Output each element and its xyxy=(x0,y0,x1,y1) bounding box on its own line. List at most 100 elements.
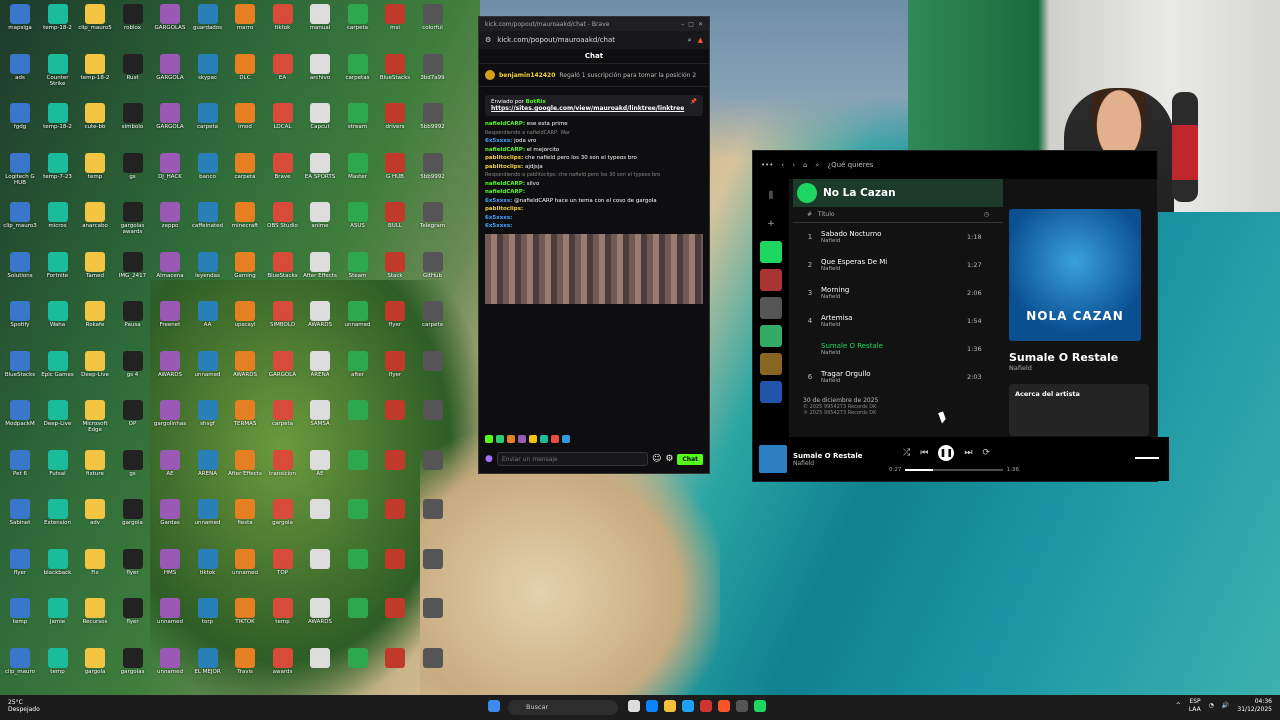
task-view-icon[interactable] xyxy=(628,700,640,712)
desktop-icon[interactable]: Master xyxy=(340,152,376,180)
desktop-icon[interactable] xyxy=(302,499,338,520)
desktop-icon[interactable]: clip_mauro3 xyxy=(2,202,38,229)
desktop-icon[interactable] xyxy=(377,548,413,570)
desktop-icon[interactable]: GARGOLAS xyxy=(152,4,188,31)
desktop-icon[interactable]: shsgf xyxy=(190,400,226,427)
desktop-icon[interactable]: carpetas xyxy=(340,53,376,81)
home-icon[interactable]: ⌂ xyxy=(803,161,807,169)
track-row[interactable]: 4 Artemisa Nafield 1:54 xyxy=(793,307,1003,335)
desktop-icon[interactable]: HMS xyxy=(152,548,188,576)
desktop-icon[interactable]: gargola xyxy=(265,499,301,526)
desktop-icon[interactable] xyxy=(377,499,413,520)
player-track-artist[interactable]: Nafield xyxy=(793,460,863,467)
emote-icon[interactable] xyxy=(562,435,570,443)
desktop-icon[interactable]: micros xyxy=(40,202,76,229)
desktop-icon[interactable]: flyer xyxy=(377,301,413,328)
desktop-icon[interactable]: Microsoft Edge xyxy=(77,400,113,433)
desktop-icon[interactable]: stream xyxy=(340,103,376,130)
desktop-icon[interactable]: carpeta xyxy=(265,400,301,427)
chat-username[interactable]: nafieldCARP: xyxy=(485,181,525,187)
chat-username[interactable]: nafieldCARP: xyxy=(485,121,525,127)
desktop-icon[interactable]: Rokafe xyxy=(77,301,113,328)
file-explorer-icon[interactable] xyxy=(664,700,676,712)
emote-icon[interactable] xyxy=(518,435,526,443)
desktop-icon[interactable] xyxy=(340,449,376,471)
desktop-icon[interactable] xyxy=(377,647,413,669)
desktop-icon[interactable]: temp xyxy=(77,152,113,180)
desktop-icon[interactable]: Gaming xyxy=(227,251,263,279)
desktop-icon[interactable]: EA xyxy=(265,53,301,81)
desktop-icon[interactable]: OBS Studio xyxy=(265,202,301,229)
desktop-icon[interactable]: AWARDS xyxy=(152,350,188,378)
spotify-search-input[interactable]: ¿Qué quieres xyxy=(827,161,873,169)
desktop-icon[interactable]: msi xyxy=(377,4,413,31)
progress-bar[interactable] xyxy=(905,469,1003,471)
desktop-icon[interactable]: temp xyxy=(2,598,38,625)
desktop-icon[interactable]: zeppo xyxy=(152,202,188,229)
chat-username[interactable]: nafieldCARP: xyxy=(485,189,525,195)
desktop-icon[interactable]: carpeta xyxy=(227,152,263,180)
desktop-icon[interactable]: Solutions xyxy=(2,251,38,279)
desktop-icon[interactable]: carpeta xyxy=(415,301,451,328)
track-title[interactable]: Artemisa xyxy=(821,314,967,322)
chat-username[interactable]: pablitoclips: xyxy=(485,164,523,170)
desktop-icon[interactable]: carpeta xyxy=(340,4,376,31)
desktop-icon[interactable]: AA xyxy=(190,301,226,328)
desktop-icon[interactable]: tiktok xyxy=(265,4,301,31)
language-indicator[interactable]: ESP LAA xyxy=(1189,698,1201,714)
desktop-icon[interactable]: archivo xyxy=(302,53,338,81)
desktop-icon[interactable]: BULL xyxy=(377,202,413,229)
desktop-icon[interactable] xyxy=(302,647,338,669)
chat-username[interactable]: pablitoclips: xyxy=(485,155,523,161)
desktop-icon[interactable]: fiesta xyxy=(227,499,263,526)
desktop-icon[interactable]: GARGOLA xyxy=(265,350,301,378)
track-artist[interactable]: Nafield xyxy=(821,378,967,384)
desktop-icon[interactable]: gs xyxy=(115,152,151,180)
emote-icon[interactable] xyxy=(551,435,559,443)
track-title[interactable]: Sumale O Restale xyxy=(821,342,967,350)
track-row[interactable]: 6 Tragar Orgullo Nafield 2:03 xyxy=(793,363,1003,391)
desktop-icon[interactable] xyxy=(377,598,413,619)
desktop-icon[interactable]: SAMSA xyxy=(302,400,338,427)
library-item[interactable] xyxy=(760,297,782,319)
desktop-icon[interactable]: Telegram xyxy=(415,202,451,229)
desktop-icon[interactable]: blackback xyxy=(40,548,76,576)
desktop-icon[interactable]: upscayl xyxy=(227,301,263,328)
desktop-icon[interactable]: mapsiga xyxy=(2,4,38,31)
volume-icon[interactable]: 🔊 xyxy=(1222,702,1229,710)
liked-songs-item[interactable] xyxy=(760,241,782,263)
desktop-icon[interactable]: Travis xyxy=(227,647,263,675)
desktop-icon[interactable]: Freenet xyxy=(152,301,188,328)
previous-icon[interactable]: ⏮ xyxy=(920,448,928,458)
now-playing-thumbnail[interactable] xyxy=(759,445,787,473)
desktop-icon[interactable]: temp-7-23 xyxy=(40,152,76,180)
desktop-icon[interactable]: unnamed xyxy=(340,301,376,328)
emote-icon[interactable] xyxy=(540,435,548,443)
desktop-icon[interactable]: skypac xyxy=(190,53,226,81)
desktop-icon[interactable] xyxy=(340,548,376,570)
desktop-icon[interactable]: ModpackM xyxy=(2,400,38,427)
desktop-icon[interactable]: anime xyxy=(302,202,338,229)
desktop-icon[interactable] xyxy=(415,400,451,421)
address-bar[interactable]: ⚙ kick.com/popout/mauroaakd/chat ⌕ ▲ xyxy=(479,31,709,49)
clock[interactable]: 04:36 31/12/2025 xyxy=(1237,698,1272,714)
desktop-icon[interactable]: Rust xyxy=(115,53,151,81)
desktop-icon[interactable]: ARENA xyxy=(302,350,338,378)
desktop-icon[interactable]: EA SPORTS xyxy=(302,152,338,180)
desktop-icon[interactable]: Brave xyxy=(265,152,301,180)
desktop-icon[interactable]: AWARDS xyxy=(302,598,338,625)
repeat-icon[interactable]: ⟳ xyxy=(982,448,990,458)
chat-username[interactable]: 6x5xxxs: xyxy=(485,138,512,144)
desktop-icon[interactable]: 3bd7a99 xyxy=(415,53,451,81)
desktop-icon[interactable]: gs 4 xyxy=(115,350,151,378)
desktop-icon[interactable]: ads xyxy=(2,53,38,81)
desktop-icon[interactable]: flyer xyxy=(115,598,151,625)
pin-icon[interactable]: 📌 xyxy=(690,99,697,105)
track-row[interactable]: 3 Morning Nafield 2:06 xyxy=(793,279,1003,307)
desktop-icon[interactable]: flyer xyxy=(377,350,413,378)
maximize-icon[interactable]: □ xyxy=(688,21,694,28)
desktop-icon[interactable]: BlueStacks xyxy=(377,53,413,81)
desktop-icon[interactable]: EL MEJOR xyxy=(190,647,226,675)
spotify-icon[interactable] xyxy=(754,700,766,712)
desktop-icon[interactable]: unnamed xyxy=(152,598,188,625)
